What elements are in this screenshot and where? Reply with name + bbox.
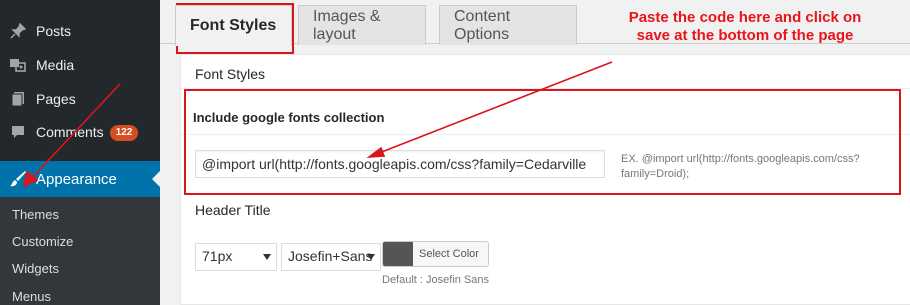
select-color-button[interactable]: Select Color	[382, 241, 489, 267]
sidebar-item-label: Media	[36, 57, 75, 73]
section-title: Font Styles	[195, 66, 266, 82]
sidebar-item-label: Comments	[36, 123, 104, 140]
sidebar-item-media[interactable]: Media	[0, 48, 160, 82]
annotation-instruction: Paste the code here and click on save at…	[628, 9, 862, 44]
header-font-size-select[interactable]: 71px	[195, 243, 277, 271]
comments-count-badge: 122	[109, 124, 139, 141]
submenu-item-menus[interactable]: Menus	[12, 289, 51, 304]
admin-sidebar: Posts Media Pages Comments 122 Appearance…	[0, 0, 160, 305]
select-color-label: Select Color	[419, 248, 479, 260]
chevron-down-icon	[367, 254, 375, 260]
pages-icon	[8, 90, 28, 108]
sidebar-item-label: Posts	[36, 23, 72, 39]
comments-icon	[8, 123, 28, 141]
submenu-item-themes[interactable]: Themes	[12, 207, 59, 222]
tab-content-options[interactable]: Content Options	[439, 5, 577, 45]
pin-icon	[8, 22, 28, 40]
header-font-family-select[interactable]: Josefin+Sans	[281, 243, 381, 271]
sidebar-item-label: Appearance	[36, 170, 117, 188]
appearance-submenu: Themes Customize Widgets Menus	[0, 197, 160, 305]
submenu-item-customize[interactable]: Customize	[12, 234, 73, 249]
size-select-value: 71px	[202, 248, 233, 264]
chevron-down-icon	[263, 254, 271, 260]
sidebar-item-label-wrap: Comments 122	[36, 123, 139, 141]
sidebar-item-appearance[interactable]: Appearance	[0, 161, 160, 197]
sidebar-item-pages[interactable]: Pages	[0, 82, 160, 116]
header-title-label: Header Title	[195, 202, 271, 218]
font-default-note: Default : Josefin Sans	[382, 274, 490, 286]
tab-images-layout[interactable]: Images & layout	[298, 5, 426, 45]
annotation-box-field	[184, 89, 901, 195]
sidebar-item-label: Pages	[36, 91, 76, 107]
tab-font-styles[interactable]: Font Styles	[175, 5, 292, 46]
brush-icon	[8, 170, 28, 188]
sidebar-item-posts[interactable]: Posts	[0, 14, 160, 48]
sidebar-item-comments[interactable]: Comments 122	[0, 115, 160, 149]
font-select-value: Josefin+Sans	[288, 248, 373, 264]
submenu-item-widgets[interactable]: Widgets	[12, 261, 59, 276]
color-swatch	[383, 242, 413, 266]
media-icon	[8, 56, 28, 74]
